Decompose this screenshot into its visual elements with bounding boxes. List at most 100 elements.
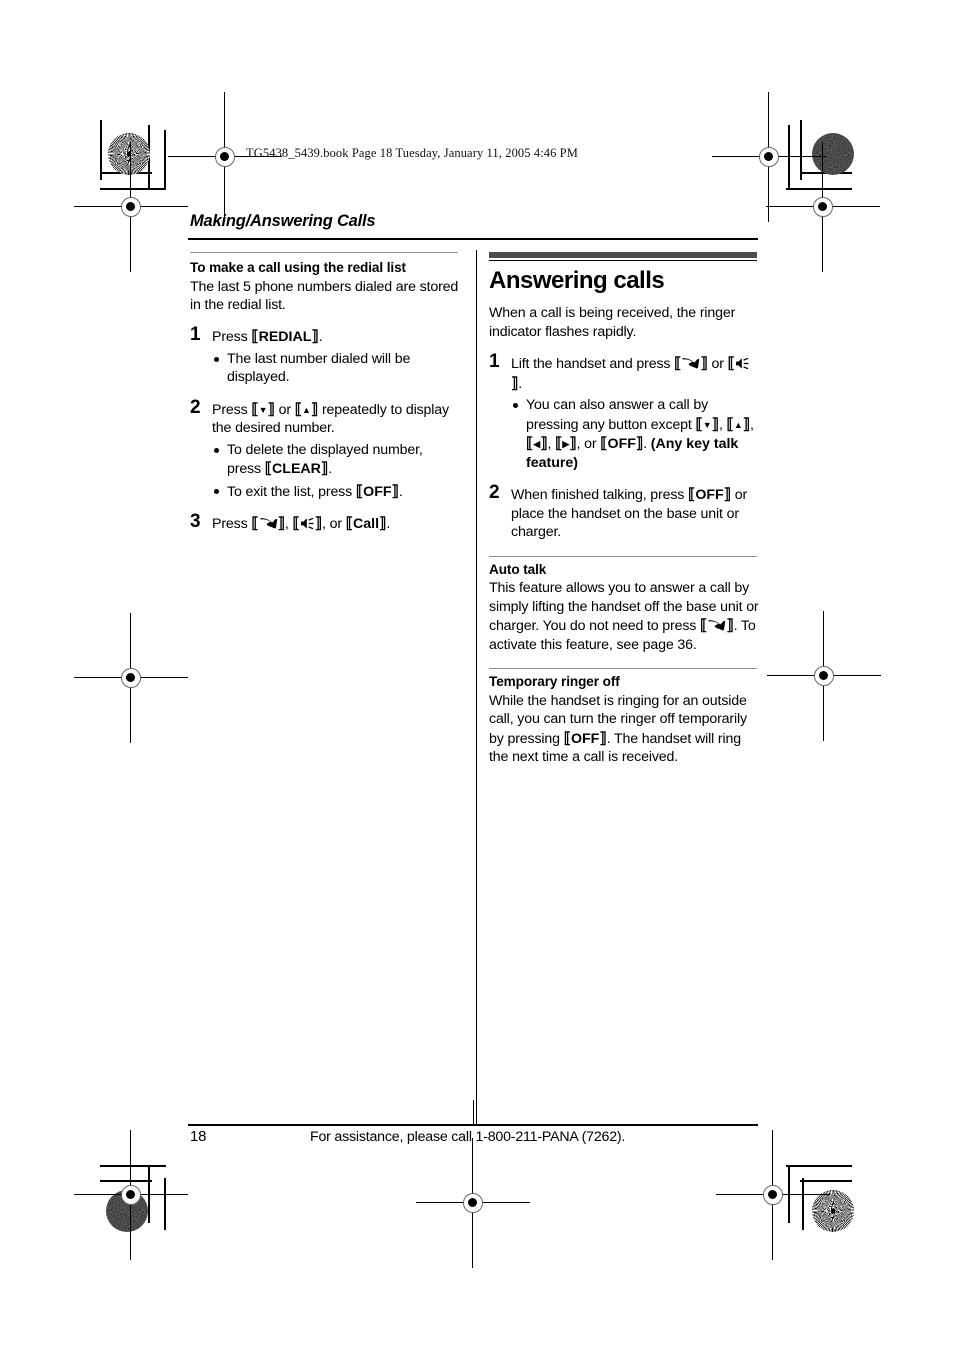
feature-heading: Temporary ringer off: [489, 674, 620, 690]
key-bracket-close: ⟧: [277, 515, 285, 533]
crop-line: [802, 1178, 804, 1230]
answering-steps-list: 1 Lift the handset and press ⟦ ⟧ or ⟦ ⟧. Y…: [489, 352, 759, 541]
right-intro-text: When a call is being received, the ringe…: [489, 305, 736, 340]
talk-handset-icon: [681, 357, 700, 370]
left-column: To make a call using the redial list The…: [190, 252, 460, 534]
key-bracket-close: ⟧: [711, 415, 719, 433]
feature-rule: [489, 668, 757, 670]
speakerphone-icon: [735, 357, 750, 370]
step-item: 1 Press ⟦REDIAL⟧. The last number dialed…: [190, 324, 460, 387]
registration-target-icon: [767, 611, 881, 741]
step-text-after: .: [518, 375, 523, 392]
halftone-registration-circle: [812, 1190, 854, 1232]
feature-rule: [489, 555, 757, 557]
key-bracket-close: ⟧: [569, 435, 577, 453]
bullet-text-before: You can also answer a call by pressing a…: [526, 397, 709, 433]
step-number: 2: [190, 396, 201, 418]
file-stamp: TG5438_5439.book Page 18 Tuesday, Januar…: [246, 146, 578, 160]
key-bracket-open: ⟦: [264, 460, 273, 478]
step-item: 2 When finished talking, press ⟦OFF⟧ or …: [489, 482, 759, 541]
crop-line: [164, 1178, 166, 1230]
key-bracket-open: ⟦: [251, 515, 259, 533]
step-item: 2 Press ⟦▼⟧ or ⟦▲⟧ repeatedly to display…: [190, 396, 460, 501]
key-separator: ,: [547, 436, 556, 453]
step-text: When finished talking, press ⟦OFF⟧ or pl…: [511, 485, 759, 541]
running-head: Making/Answering Calls: [190, 212, 376, 230]
step-number: 1: [190, 324, 201, 346]
key-bracket-open: ⟦: [251, 400, 259, 418]
step-text: Press ⟦ ⟧, ⟦ ⟧, or ⟦Call⟧.: [212, 514, 460, 534]
up-arrow-icon: ▲: [733, 419, 743, 430]
key-bracket-open: ⟦: [727, 355, 735, 373]
section-bar: [489, 252, 757, 258]
halftone-registration-circle: [108, 133, 150, 175]
step-text: Press ⟦REDIAL⟧.: [212, 327, 460, 347]
key-bracket-open: ⟦: [345, 515, 354, 533]
speakerphone-icon: [300, 517, 315, 530]
down-arrow-icon: ▼: [702, 419, 712, 430]
registration-target-icon: [716, 1130, 830, 1260]
registration-target-icon: [74, 1130, 188, 1260]
crop-line: [100, 1165, 166, 1167]
key-bracket-open: ⟦: [700, 617, 708, 635]
left-subheading: To make a call using the redial list: [190, 260, 406, 276]
section-bar-rule: [489, 260, 757, 262]
step-text-before: Press: [212, 401, 252, 418]
key-bracket-close: ⟧: [267, 400, 275, 418]
redial-steps-list: 1 Press ⟦REDIAL⟧. The last number dialed…: [190, 324, 460, 534]
key-bracket-close: ⟧: [700, 355, 708, 373]
key-label: REDIAL: [258, 329, 312, 346]
column-divider: [476, 250, 478, 1125]
crop-line: [786, 1165, 852, 1167]
registration-target-icon: [168, 92, 282, 222]
step-number: 3: [190, 511, 201, 533]
talk-handset-icon: [259, 517, 278, 530]
key-bracket-open: ⟦: [563, 729, 571, 747]
step-bullets: The last number dialed will be displayed…: [212, 350, 460, 387]
right-column: Answering calls When a call is being rec…: [489, 252, 759, 768]
feature-text: This feature allows you to answer a call…: [489, 579, 759, 654]
icon-separator: or: [707, 356, 728, 373]
registration-target-icon: [712, 92, 826, 222]
registration-target-icon: [74, 142, 188, 272]
step-text: Lift the handset and press ⟦ ⟧ or ⟦ ⟧.: [511, 354, 759, 393]
key-bracket-open: ⟦: [695, 415, 703, 433]
key-separator: ,: [750, 416, 754, 433]
crop-line: [100, 120, 102, 180]
key-bracket-open: ⟦: [674, 355, 682, 373]
step-text-before: When finished talking, press: [511, 487, 689, 504]
key-separator: , or: [576, 436, 601, 453]
footer-rule: [188, 1124, 758, 1126]
step-item: 3 Press ⟦ ⟧, ⟦ ⟧, or ⟦Call⟧.: [190, 511, 460, 534]
crop-line: [164, 130, 166, 190]
key-label: OFF: [695, 487, 724, 504]
crop-line: [473, 1100, 475, 1126]
bullet-item: You can also answer a call by pressing a…: [511, 396, 759, 472]
talk-handset-icon: [707, 619, 726, 632]
bullet-text-before: To exit the list, press: [227, 483, 356, 500]
step-text-after: .: [318, 329, 323, 346]
key-bracket-close: ⟧: [599, 729, 607, 747]
step-item: 1 Lift the handset and press ⟦ ⟧ or ⟦ ⟧. Y…: [489, 352, 759, 472]
step-number: 2: [489, 482, 500, 504]
key-bracket-close: ⟧: [391, 482, 399, 500]
key-separator: or: [274, 401, 295, 418]
step-text: Press ⟦▼⟧ or ⟦▲⟧ repeatedly to display t…: [212, 400, 460, 438]
section-rule: [190, 252, 458, 254]
feature-text: While the handset is ringing for an outs…: [489, 692, 759, 767]
key-bracket-close: ⟧: [726, 617, 734, 635]
step-text-before: Lift the handset and press: [511, 356, 675, 373]
icon-separator: , or: [322, 516, 346, 533]
key-bracket-open: ⟦: [600, 435, 608, 453]
key-bracket-close: ⟧: [742, 415, 751, 433]
key-bracket-open: ⟦: [726, 415, 734, 433]
registration-target-icon: [74, 613, 188, 743]
registration-target-icon: [766, 142, 880, 272]
up-arrow-icon: ▲: [301, 404, 311, 415]
key-separator: .: [643, 436, 651, 453]
section-title: Answering calls: [489, 267, 665, 295]
step-text-after: .: [386, 516, 391, 533]
assistance-text: For assistance, please call 1-800-211-PA…: [310, 1129, 626, 1145]
page-number: 18: [190, 1128, 207, 1145]
step-bullets: To delete the displayed number, press ⟦C…: [212, 441, 460, 501]
